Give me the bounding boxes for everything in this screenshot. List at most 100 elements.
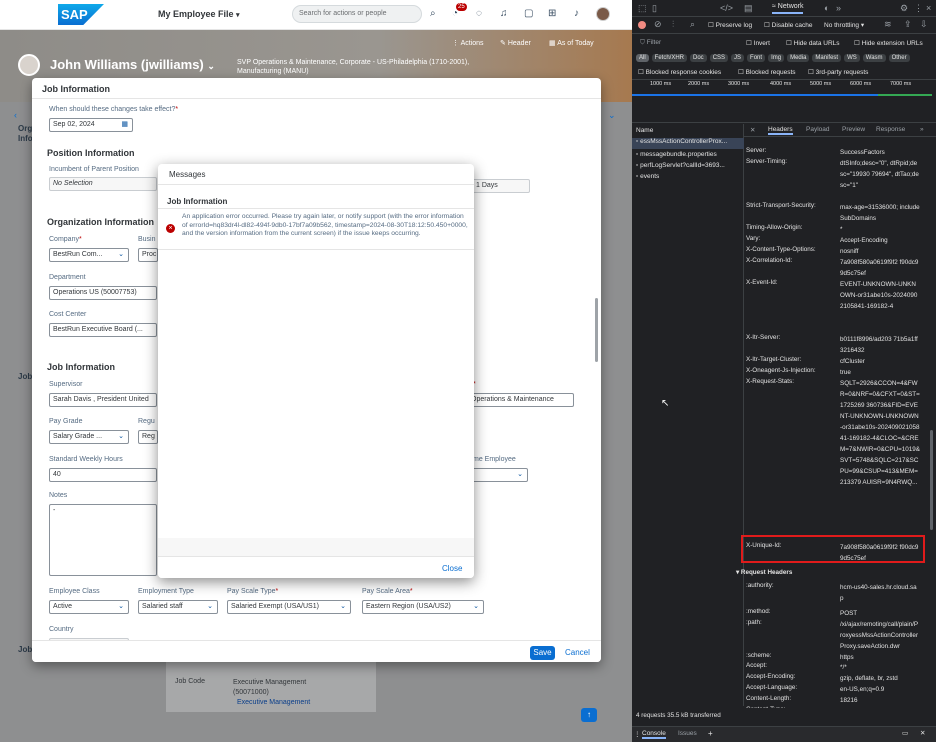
preserve-log-checkbox[interactable]: ☐ Preserve log bbox=[708, 21, 752, 29]
filter-icon[interactable]: ⫶ bbox=[672, 19, 674, 30]
notes-textarea[interactable]: - bbox=[49, 504, 157, 576]
settings-icon[interactable]: ⚙ bbox=[900, 3, 908, 14]
calendar-icon: ▦ bbox=[549, 40, 556, 47]
cost-center-field[interactable]: BestRun Executive Board (... bbox=[49, 323, 157, 337]
as-of-button[interactable]: ▦ As of Today bbox=[549, 39, 594, 47]
filter-chip[interactable]: Font bbox=[747, 54, 766, 62]
inspect-icon[interactable]: ⬚ bbox=[638, 3, 647, 14]
tab-payload[interactable]: Payload bbox=[806, 126, 830, 133]
request-headers-title[interactable]: ▾ Request Headers bbox=[736, 569, 792, 576]
employee-class-select[interactable]: Active ⌄ bbox=[49, 600, 129, 614]
search-input[interactable]: Search for actions or people bbox=[292, 5, 422, 23]
request-header-key: Accept: bbox=[746, 662, 767, 669]
filter-chip[interactable]: Manifest bbox=[812, 54, 842, 62]
dock-icon[interactable]: ▭ bbox=[902, 729, 908, 737]
filter-chip[interactable]: Media bbox=[787, 54, 810, 62]
filter-chip[interactable]: All bbox=[636, 54, 649, 62]
help-icon[interactable]: ⊞ bbox=[548, 8, 556, 19]
tab-preview[interactable]: Preview bbox=[842, 126, 865, 133]
tab-headers[interactable]: Headers bbox=[768, 126, 793, 135]
headset-icon[interactable]: ♫ bbox=[500, 8, 508, 19]
close-drawer-icon[interactable]: ✕ bbox=[920, 729, 925, 737]
close-button[interactable]: Close bbox=[442, 564, 462, 573]
pay-scale-type-select[interactable]: Salaried Exempt (USA/US1) ⌄ bbox=[227, 600, 351, 614]
supervisor-field[interactable]: Sarah Davis , President United bbox=[49, 393, 157, 407]
disable-cache-checkbox[interactable]: ☐ Disable cache bbox=[764, 21, 812, 29]
employment-type-select[interactable]: Salaried staff ⌄ bbox=[138, 600, 218, 614]
actions-button[interactable]: ⋮ Actions bbox=[452, 39, 484, 47]
profile-name-text: John Williams (jwilliams) bbox=[50, 57, 204, 72]
more-tabs-icon[interactable]: » bbox=[836, 3, 841, 13]
company-select[interactable]: BestRun Com... ⌄ bbox=[49, 248, 129, 262]
chat-icon[interactable]: ◌ bbox=[476, 8, 482, 19]
dialog-scrollbar[interactable] bbox=[595, 298, 598, 362]
wifi-settings-icon[interactable]: ≋ bbox=[884, 19, 892, 30]
performance-tab-icon[interactable]: ◐ bbox=[824, 3, 829, 13]
clear-icon[interactable]: ⊘ bbox=[654, 19, 662, 30]
time-employee-select[interactable]: ⌄ bbox=[468, 468, 528, 482]
right-arrow-icon[interactable]: ⌄ bbox=[608, 110, 616, 121]
blocked-requests-checkbox[interactable]: ☐ Blocked requests bbox=[738, 68, 796, 76]
close-icon[interactable]: ✕ bbox=[750, 126, 755, 134]
department-field[interactable]: Operations US (50007753) bbox=[49, 286, 157, 300]
right-field[interactable]: Operations & Maintenance bbox=[468, 393, 574, 407]
filter-chip[interactable]: WS bbox=[844, 54, 860, 62]
pay-grade-select[interactable]: Salary Grade ... ⌄ bbox=[49, 430, 129, 444]
filter-input[interactable]: ⛉ Filter bbox=[640, 39, 740, 47]
drawer-more-icon[interactable]: ⋮ bbox=[634, 730, 641, 738]
console-tab-icon[interactable]: ▤ bbox=[744, 3, 753, 14]
filter-chip[interactable]: Doc bbox=[690, 54, 707, 62]
blocked-cookies-checkbox[interactable]: ☐ Blocked response cookies bbox=[638, 68, 721, 76]
filter-chip[interactable]: Other bbox=[888, 54, 910, 62]
more-vertical-icon[interactable]: ⋮ bbox=[914, 3, 923, 14]
filter-chip[interactable]: JS bbox=[731, 54, 745, 62]
bell-icon[interactable]: ♪ bbox=[574, 8, 579, 19]
cancel-button[interactable]: Cancel bbox=[565, 648, 590, 657]
filter-chip[interactable]: CSS bbox=[709, 54, 729, 62]
shell-title[interactable]: My Employee File ▾ bbox=[158, 9, 240, 19]
close-icon[interactable]: × bbox=[926, 3, 931, 13]
regular-select[interactable]: Reg bbox=[138, 430, 158, 444]
export-icon[interactable]: ⇩ bbox=[920, 19, 928, 30]
timeline-overview[interactable]: 1000 ms 2000 ms 3000 ms 4000 ms 5000 ms … bbox=[632, 79, 936, 123]
filter-chip[interactable]: Fetch/XHR bbox=[651, 54, 688, 62]
user-avatar[interactable] bbox=[596, 7, 610, 21]
effective-date-input[interactable]: Sep 02, 2024 ▦ bbox=[49, 118, 133, 132]
calendar-icon[interactable]: ▦ bbox=[121, 119, 128, 131]
business-select[interactable]: Proc bbox=[138, 248, 158, 262]
profile-name[interactable]: John Williams (jwilliams) ⌄ bbox=[50, 57, 215, 72]
timeline-tick: 2000 ms bbox=[688, 81, 710, 87]
throttling-select[interactable]: No throttling ▾ bbox=[824, 21, 864, 29]
hide-data-urls-checkbox[interactable]: ☐ Hide data URLs bbox=[786, 39, 840, 47]
scroll-top-button[interactable]: ↑ bbox=[581, 708, 597, 722]
job-code-link[interactable]: Executive Management bbox=[237, 699, 310, 706]
sap-logo[interactable]: SAP bbox=[58, 4, 104, 25]
feedback-icon[interactable]: ▢ bbox=[524, 8, 533, 19]
elements-tab-icon[interactable]: </> bbox=[720, 3, 733, 13]
weekly-hours-field[interactable]: 40 bbox=[49, 468, 157, 482]
record-icon[interactable] bbox=[638, 21, 646, 29]
pay-scale-area-select[interactable]: Eastern Region (USA/US2) ⌄ bbox=[362, 600, 484, 614]
third-party-checkbox[interactable]: ☐ 3rd-party requests bbox=[808, 68, 868, 76]
search-icon[interactable]: ⌕ bbox=[690, 19, 695, 30]
save-button[interactable]: Save bbox=[530, 646, 555, 660]
regular-label: Regu bbox=[138, 418, 155, 425]
device-icon[interactable]: ▯ bbox=[652, 3, 657, 14]
add-tab-icon[interactable]: + bbox=[708, 729, 713, 738]
more-tabs-icon[interactable]: » bbox=[920, 126, 924, 133]
tab-issues[interactable]: Issues bbox=[678, 730, 697, 737]
chevron-down-icon: ⌄ bbox=[118, 603, 124, 610]
filter-chip[interactable]: Img bbox=[768, 54, 785, 62]
network-tab[interactable]: ≈ Network bbox=[772, 3, 804, 14]
tab-console[interactable]: Console bbox=[642, 730, 666, 739]
name-column-header[interactable]: Name bbox=[636, 127, 653, 134]
invert-checkbox[interactable]: ☐ Invert bbox=[746, 39, 770, 47]
filter-chip[interactable]: Wasm bbox=[862, 54, 886, 62]
search-icon[interactable]: ⌕ bbox=[430, 8, 436, 19]
tab-response[interactable]: Response bbox=[876, 126, 905, 133]
detail-scrollbar[interactable] bbox=[930, 430, 933, 530]
header-button[interactable]: ✎ Header bbox=[500, 39, 531, 47]
import-icon[interactable]: ⇪ bbox=[904, 19, 912, 30]
left-arrow-icon[interactable]: ‹ bbox=[14, 110, 17, 120]
hide-ext-urls-checkbox[interactable]: ☐ Hide extension URLs bbox=[854, 39, 923, 47]
